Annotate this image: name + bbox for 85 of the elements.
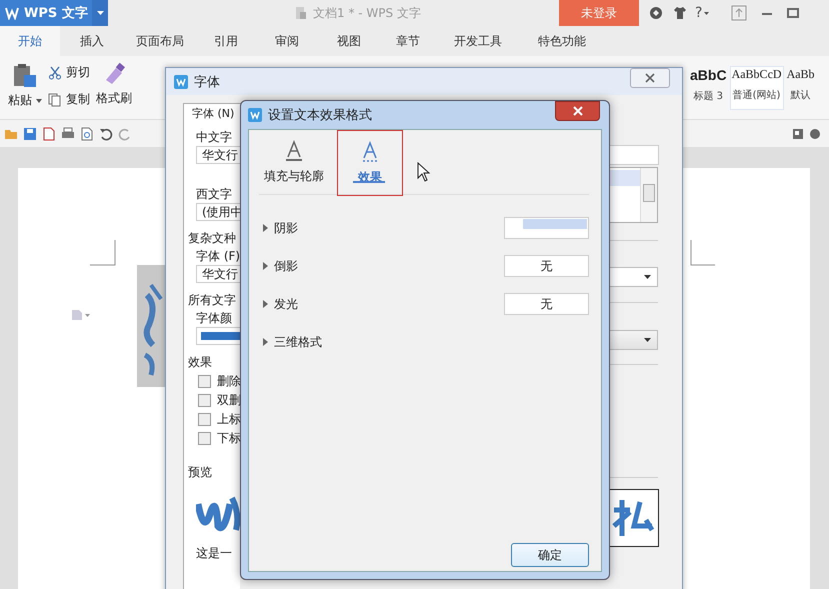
caret-icon [96, 11, 104, 15]
skin-icon[interactable] [649, 6, 663, 20]
window-title: 文档1 * - WPS 文字 [313, 4, 421, 22]
caret-icon [704, 12, 710, 14]
style-preset[interactable]: aBbC 标题 3 [688, 66, 729, 110]
ribbon-tab[interactable]: 视图 [318, 26, 380, 56]
close-button[interactable] [630, 68, 670, 88]
save-icon[interactable] [23, 126, 37, 140]
dialog-title: 设置文本效果格式 [268, 107, 372, 124]
font-size-field[interactable] [610, 145, 659, 165]
style-preset[interactable]: AaBb 默认 [784, 66, 817, 110]
close-button[interactable] [555, 101, 600, 121]
ribbon-tab[interactable]: 插入 [60, 26, 124, 56]
ok-button[interactable]: 确定 [511, 543, 589, 567]
logo-icon [5, 6, 19, 20]
cut-button[interactable]: 剪切 [66, 64, 90, 81]
field-label: 西文字 [196, 187, 232, 201]
ribbon-tab[interactable]: 开始 [0, 26, 60, 56]
cursor-icon [417, 162, 430, 182]
expand-arrow-icon[interactable] [263, 338, 268, 346]
ribbon-tab[interactable]: 审阅 [256, 26, 318, 56]
dialog-tab[interactable]: 字体 (N) [183, 103, 243, 123]
checkbox[interactable] [198, 412, 211, 426]
app-menu-button[interactable]: WPS 文字 [0, 0, 92, 26]
field-label: 中文字 [196, 130, 232, 144]
field-label: 字体 (F) [196, 249, 240, 263]
section-label: 复杂文种 [188, 231, 236, 245]
copy-button[interactable]: 复制 [66, 91, 90, 108]
help-button[interactable]: ? [695, 5, 702, 21]
copy-icon [48, 92, 62, 106]
text-effect-icon [361, 140, 379, 162]
paste-icon[interactable] [12, 62, 38, 88]
dropdown-button[interactable] [92, 0, 108, 26]
margin-mark [90, 240, 116, 266]
close-icon [644, 73, 656, 83]
checkbox[interactable] [198, 432, 211, 444]
expand-arrow-icon[interactable] [263, 300, 268, 308]
close-icon [572, 106, 584, 116]
scissors-icon [48, 66, 62, 80]
ribbon-tab[interactable]: 引用 [196, 26, 256, 56]
checkbox[interactable] [198, 374, 211, 388]
scrollbar[interactable] [640, 168, 657, 222]
ribbon-tab[interactable]: 开发工具 [436, 26, 520, 56]
caret-icon [644, 275, 651, 279]
dialog-tab[interactable]: 填充与轮廓 [259, 130, 329, 194]
app-icon [174, 74, 188, 88]
preview-icon[interactable] [80, 126, 94, 140]
ribbon-tab[interactable]: 章节 [380, 26, 436, 56]
ribbon-tab[interactable]: 特色功能 [520, 26, 604, 56]
section-label: 预览 [188, 465, 212, 479]
dialog-title: 字体 [194, 74, 220, 90]
ribbon-tab[interactable]: 页面布局 [124, 26, 196, 56]
preset-dropdown[interactable]: 无 [504, 255, 589, 277]
paste-button[interactable]: 粘贴 [8, 92, 42, 109]
checkbox-label: 删除 [217, 374, 241, 388]
preview-caption: 这是一 [196, 546, 232, 560]
pdf-icon[interactable] [42, 126, 56, 140]
field-label: 字体颜 [196, 311, 232, 325]
format-painter-button[interactable]: 格式刷 [96, 90, 132, 107]
checkbox-label: 上标 [217, 412, 241, 426]
section-label[interactable]: 阴影 [274, 220, 298, 236]
section-label[interactable]: 倒影 [274, 258, 298, 274]
style-preset[interactable]: AaBbCcD 普通(网站) [730, 66, 784, 110]
print-icon[interactable] [61, 126, 75, 140]
paragraph-icon[interactable] [71, 309, 91, 321]
expand-arrow-icon[interactable] [263, 262, 268, 270]
app-icon [248, 108, 262, 122]
text-outline-icon [285, 140, 303, 162]
section-label[interactable]: 发光 [274, 296, 298, 312]
checkbox[interactable] [198, 394, 211, 406]
maximize-icon[interactable] [787, 7, 800, 19]
shirt-icon[interactable] [673, 6, 687, 20]
section-label: 效果 [188, 355, 212, 369]
caret-icon [644, 338, 651, 342]
margin-mark [690, 240, 716, 266]
undo-icon[interactable] [99, 126, 113, 140]
dropdown[interactable] [610, 267, 658, 287]
preset-dropdown[interactable]: 无 [504, 293, 589, 315]
checkbox-label: 下标 [217, 431, 241, 445]
section-label: 所有文字 [188, 293, 236, 307]
document-icon [295, 6, 307, 20]
section-label[interactable]: 三维格式 [274, 334, 322, 350]
expand-arrow-icon[interactable] [263, 224, 268, 232]
caret-icon [36, 98, 42, 102]
layout-icon[interactable] [792, 128, 804, 140]
